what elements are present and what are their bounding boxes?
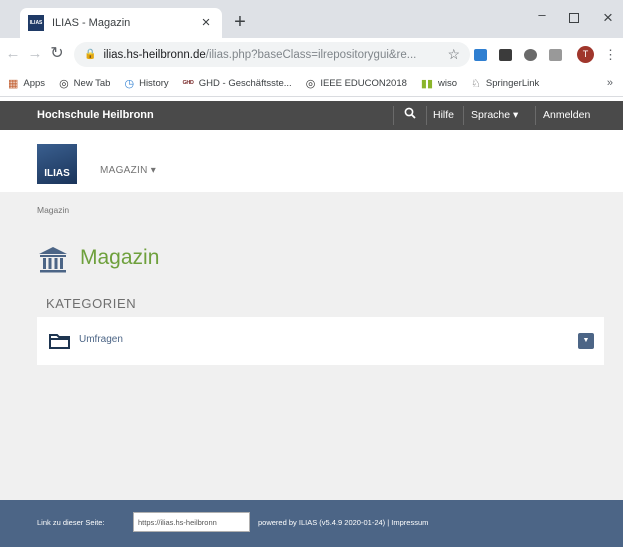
globe-icon: ◎ — [305, 78, 316, 90]
bookmark-label: New Tab — [73, 78, 111, 89]
bookmark-label: wiso — [438, 78, 458, 89]
minimize-icon[interactable]: – — [531, 6, 553, 24]
extension-icon[interactable] — [499, 49, 512, 61]
main-content: Magazin Magazin KATEGORIEN Umfragen ▼ — [0, 192, 623, 500]
login-link[interactable]: Anmelden — [543, 109, 590, 121]
breadcrumb[interactable]: Magazin — [37, 205, 69, 215]
globe-icon: ◎ — [59, 78, 69, 90]
caret-down-icon: ▼ — [582, 337, 590, 344]
help-link[interactable]: Hilfe — [433, 109, 454, 121]
bookmark-label: IEEE EDUCON2018 — [320, 78, 407, 89]
extension-icon[interactable] — [524, 49, 537, 61]
bookmark-star-icon[interactable]: ☆ — [447, 46, 460, 63]
main-menu-magazin[interactable]: MAGAZIN ▾ — [100, 165, 156, 176]
back-arrow-icon[interactable]: ← — [4, 45, 22, 63]
extension-icon[interactable] — [549, 49, 562, 61]
topbar-divider — [426, 106, 427, 125]
bookmark-label: SpringerLink — [485, 78, 540, 89]
bookmarks-bar: ▦ Apps ◎ New Tab ◷ History ᴳᴴᴰ GHD - Geschäf… — [0, 71, 623, 97]
folder-icon — [49, 334, 70, 349]
maximize-icon[interactable] — [563, 9, 585, 27]
browser-tabstrip: ILIAS ILIAS - Magazin × + – × — [0, 0, 623, 38]
bookmark-springerlink[interactable]: ♘ SpringerLink — [471, 77, 539, 90]
bookmark-apps[interactable]: ▦ Apps — [8, 77, 45, 90]
browser-tab[interactable]: ILIAS ILIAS - Magazin × — [20, 8, 222, 38]
bookmark-ghd[interactable]: ᴳᴴᴰ GHD - Geschäftsste... — [183, 78, 292, 89]
history-icon: ◷ — [124, 78, 135, 90]
bookmark-label: GHD - Geschäftsste... — [198, 78, 292, 89]
reload-icon[interactable]: ↻ — [48, 45, 66, 63]
bookmark-label: History — [139, 78, 169, 89]
section-title-kategorien: KATEGORIEN — [46, 296, 137, 311]
url-domain: ilias.hs-heilbronn.de — [103, 48, 206, 61]
page-title: Magazin — [80, 246, 160, 269]
extension-icon[interactable] — [474, 49, 487, 61]
permalink-label: Link zu dieser Seite: — [37, 518, 105, 527]
powered-by-text: powered by ILIAS (v5.4.9 2020-01-24) | I… — [258, 518, 429, 527]
topbar-divider — [393, 106, 394, 125]
repository-bank-icon — [39, 247, 67, 273]
url-path: /ilias.php?baseClass=ilrepositorygui&re.… — [205, 48, 417, 61]
search-icon[interactable] — [397, 105, 423, 125]
permalink-input[interactable] — [133, 512, 250, 532]
bookmark-new-tab[interactable]: ◎ New Tab — [59, 77, 110, 90]
ghd-icon: ᴳᴴᴰ — [182, 79, 194, 88]
bookmark-wiso[interactable]: ▮▮ wiso — [421, 77, 457, 90]
bookmark-label: Apps — [23, 78, 46, 89]
apps-grid-icon: ▦ — [8, 78, 19, 90]
forward-arrow-icon[interactable]: → — [26, 45, 44, 63]
wiso-icon: ▮▮ — [420, 78, 434, 90]
bookmarks-overflow-icon[interactable]: » — [607, 77, 613, 89]
topbar-divider — [535, 106, 536, 125]
category-link-umfragen[interactable]: Umfragen — [79, 334, 123, 345]
new-tab-icon[interactable]: + — [230, 12, 250, 32]
browser-menu-icon[interactable]: ⋮ — [604, 46, 617, 63]
bookmark-history[interactable]: ◷ History — [124, 77, 168, 90]
bookmark-ieee[interactable]: ◎ IEEE EDUCON2018 — [306, 77, 407, 90]
topbar-divider — [463, 106, 464, 125]
window-close-icon[interactable]: × — [597, 9, 619, 27]
category-list: Umfragen ▼ — [37, 317, 604, 365]
actions-dropdown-button[interactable]: ▼ — [578, 333, 594, 349]
tab-title: ILIAS - Magazin — [52, 17, 131, 29]
profile-avatar[interactable]: T — [577, 46, 594, 63]
page-footer: Link zu dieser Seite: powered by ILIAS (… — [0, 500, 623, 547]
ilias-logo[interactable]: ILIAS — [37, 144, 77, 184]
browser-toolbar: ← → ↻ 🔒 ilias.hs-heilbronn.de/ilias.php?… — [0, 38, 623, 71]
institution-title[interactable]: Hochschule Heilbronn — [37, 109, 154, 121]
lock-icon: 🔒 — [84, 49, 97, 60]
address-bar[interactable]: 🔒 ilias.hs-heilbronn.de/ilias.php?baseCl… — [74, 42, 470, 67]
springer-icon: ♘ — [471, 78, 481, 90]
url-text: ilias.hs-heilbronn.de/ilias.php?baseClas… — [103, 49, 443, 61]
language-menu[interactable]: Sprache ▾ — [471, 109, 518, 121]
ilias-favicon-icon: ILIAS — [28, 15, 44, 31]
tab-close-icon[interactable]: × — [198, 15, 214, 31]
ilias-header: ILIAS MAGAZIN ▾ — [0, 130, 623, 192]
ilias-topbar: Hochschule Heilbronn Hilfe Sprache ▾ Anm… — [0, 101, 623, 130]
